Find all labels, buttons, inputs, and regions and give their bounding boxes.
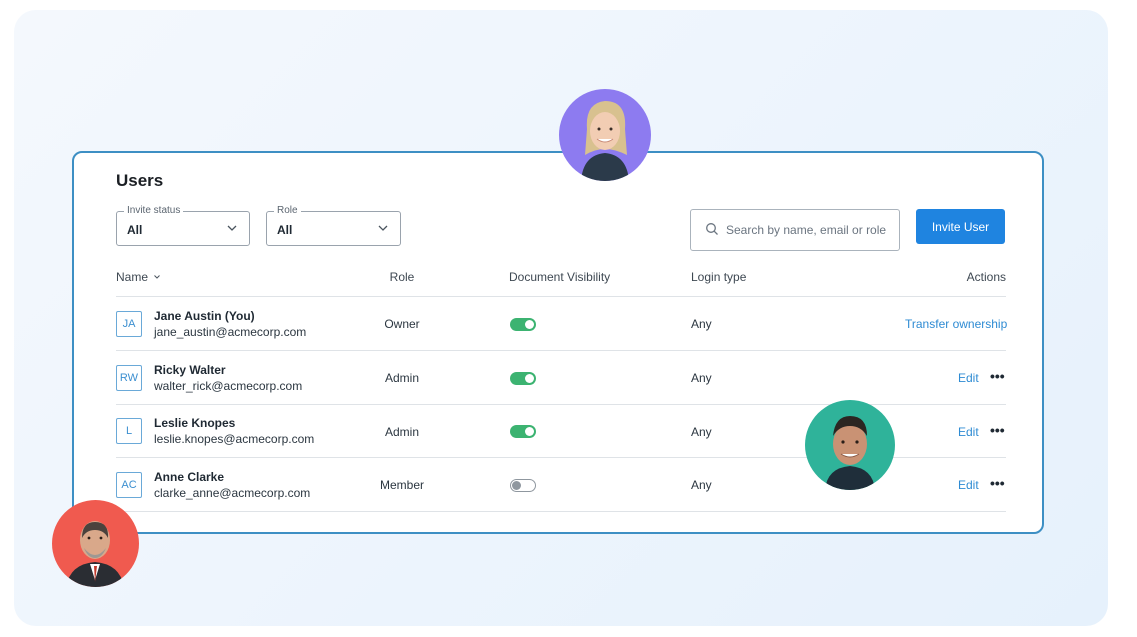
edit-link[interactable]: Edit: [958, 478, 979, 492]
visibility-toggle[interactable]: [510, 372, 536, 385]
column-header-name[interactable]: Name: [116, 270, 161, 284]
search-icon: [706, 223, 718, 235]
visibility-toggle[interactable]: [510, 318, 536, 331]
person-photo-icon: [66, 521, 124, 587]
column-header-name-label: Name: [116, 270, 149, 284]
person-photo-icon: [581, 101, 629, 181]
invite-status-label: Invite status: [124, 205, 184, 217]
column-header-visibility: Document Visibility: [509, 270, 611, 284]
user-name: Ricky Walter: [154, 363, 226, 377]
chevron-down-icon: [227, 225, 237, 231]
user-email: leslie.knopes@acmecorp.com: [154, 432, 315, 446]
column-header-login: Login type: [691, 270, 747, 284]
user-email: walter_rick@acmecorp.com: [154, 379, 303, 393]
avatar: AC: [116, 472, 142, 498]
user-email: clarke_anne@acmecorp.com: [154, 486, 311, 500]
page-title: Users: [116, 171, 164, 190]
avatar: RW: [116, 365, 142, 391]
login-type: Any: [691, 371, 712, 385]
toggle-knob: [525, 374, 534, 383]
login-type: Any: [691, 317, 712, 331]
user-name: Anne Clarke: [154, 470, 225, 484]
transfer-ownership-link[interactable]: Transfer ownership: [905, 317, 1007, 331]
toggle-knob: [525, 320, 534, 329]
edit-link[interactable]: Edit: [958, 371, 979, 385]
user-role: Owner: [384, 317, 420, 331]
user-name: Jane Austin (You): [154, 309, 255, 323]
user-role: Member: [379, 478, 424, 492]
login-type: Any: [691, 478, 712, 492]
more-options-icon[interactable]: •••: [990, 422, 1005, 438]
chevron-down-icon: [378, 225, 388, 231]
toggle-knob: [525, 427, 534, 436]
user-name: Leslie Knopes: [154, 416, 236, 430]
profile-photo-woman: [559, 89, 651, 181]
role-filter-value: All: [277, 223, 293, 237]
divider: [116, 511, 1006, 512]
divider: [116, 296, 1006, 297]
divider: [116, 350, 1006, 351]
edit-link[interactable]: Edit: [958, 425, 979, 439]
visibility-toggle[interactable]: [510, 479, 536, 492]
chevron-down-icon: [154, 275, 161, 279]
invite-user-button[interactable]: Invite User: [916, 209, 1005, 244]
person-photo-icon: [825, 416, 875, 490]
role-filter-label: Role: [274, 205, 301, 217]
more-options-icon[interactable]: •••: [990, 475, 1005, 491]
invite-status-value: All: [127, 223, 143, 237]
user-role: Admin: [384, 425, 419, 439]
column-header-role: Role: [389, 270, 415, 284]
column-header-actions: Actions: [966, 270, 1006, 284]
role-select[interactable]: Role All: [266, 205, 401, 246]
avatar: JA: [116, 311, 142, 337]
visibility-toggle[interactable]: [510, 425, 536, 438]
user-role: Admin: [384, 371, 419, 385]
invite-status-select[interactable]: Invite status All: [116, 205, 250, 246]
more-options-icon[interactable]: •••: [990, 368, 1005, 384]
search-input[interactable]: Search by name, email or role: [690, 209, 900, 251]
user-email: jane_austin@acmecorp.com: [154, 325, 307, 339]
users-card: Users Invite status All Role All Search …: [72, 151, 1044, 534]
toggle-knob: [512, 480, 521, 490]
avatar: L: [116, 418, 142, 444]
login-type: Any: [691, 425, 712, 439]
search-placeholder: Search by name, email or role: [726, 223, 887, 237]
divider: [116, 404, 1006, 405]
profile-photo-man: [805, 400, 895, 490]
profile-photo-older-man: [52, 500, 139, 587]
